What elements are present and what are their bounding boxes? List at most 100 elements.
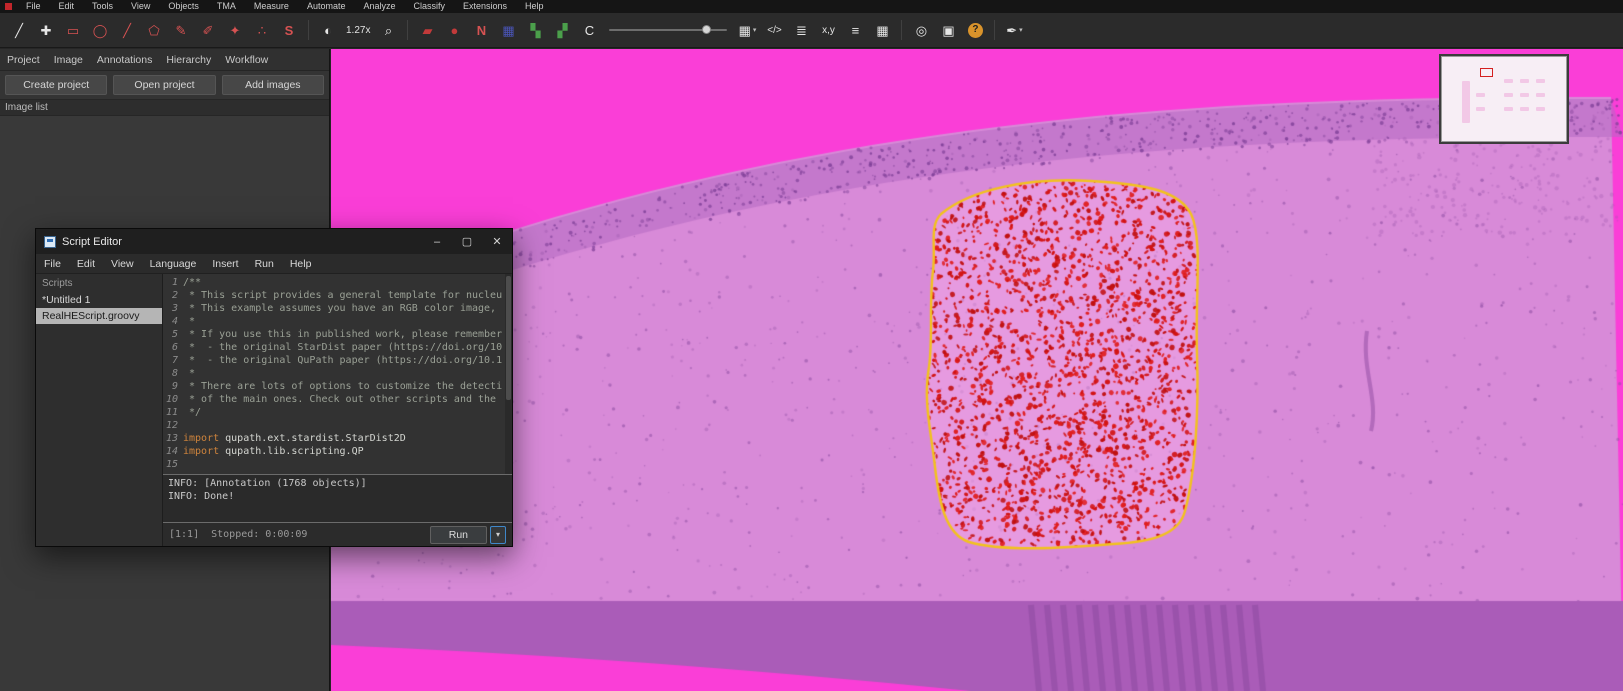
zoom-magnifier-icon[interactable]: ⌕ [375, 17, 401, 43]
fill-detections-icon[interactable]: ▞ [549, 17, 575, 43]
close-button[interactable]: ✕ [482, 229, 512, 254]
menu-measure[interactable]: Measure [245, 0, 298, 13]
menu-automate[interactable]: Automate [298, 0, 355, 13]
wand-tool-icon[interactable]: ✦ [222, 17, 248, 43]
code-line[interactable]: 9 * There are lots of options to customi… [163, 380, 512, 393]
script-editor-titlebar[interactable]: Script Editor – ▢ ✕ [36, 229, 512, 254]
menubar: File Edit Tools View Objects TMA Measure Automa… [0, 0, 1623, 13]
show-names-icon[interactable]: N [468, 17, 494, 43]
ellipse-tool-icon[interactable]: ◯ [87, 17, 113, 43]
code-line[interactable]: 13 import qupath.ext.stardist.StarDist2D [163, 432, 512, 445]
menu-tools[interactable]: Tools [83, 0, 122, 13]
brightness-contrast-icon[interactable]: ◐ [315, 17, 341, 43]
script-menu-insert[interactable]: Insert [204, 258, 246, 270]
create-project-button[interactable]: Create project [5, 75, 108, 95]
menu-classify[interactable]: Classify [405, 0, 455, 13]
measurement-table-icon[interactable]: ▦ [869, 17, 895, 43]
dropdown-caret-icon: ▾ [752, 27, 757, 34]
fill-annotations-icon[interactable]: ● [441, 17, 467, 43]
menu-objects[interactable]: Objects [159, 0, 208, 13]
code-line[interactable]: 15 [163, 458, 512, 471]
workflow-list-icon[interactable]: ≣ [788, 17, 814, 43]
show-annotations-icon[interactable]: ▰ [414, 17, 440, 43]
line-tool-icon[interactable]: ╱ [114, 17, 140, 43]
tab-project[interactable]: Project [0, 49, 47, 70]
tissue-thumbnail-mark [1476, 93, 1485, 97]
minimize-button[interactable]: – [422, 229, 452, 254]
line-number: 2 [171, 290, 178, 301]
overview-toggle-icon[interactable]: ▣ [935, 17, 961, 43]
slider-handle[interactable] [701, 25, 711, 34]
tab-image[interactable]: Image [47, 49, 90, 70]
pin-tool-icon[interactable]: ✒ ▾ [1001, 17, 1027, 43]
script-editor-statusbar: [1:1] Stopped: 0:00:09 Run ▾ [163, 523, 512, 546]
script-editor-icon[interactable]: </> [761, 17, 787, 43]
show-connections-icon[interactable]: C [576, 17, 602, 43]
code-editor[interactable]: 1/** 2 * This script provides a general t… [163, 274, 512, 474]
menu-help[interactable]: Help [516, 0, 553, 13]
points-tool-icon[interactable]: ∴ [249, 17, 275, 43]
code-line[interactable]: 14 import qupath.lib.scripting.QP [163, 445, 512, 458]
overview-map[interactable] [1441, 56, 1567, 142]
grid-overlay-icon[interactable]: ▦ ▾ [734, 17, 760, 43]
brush-tool-icon[interactable]: ✐ [195, 17, 221, 43]
location-icon[interactable]: x,y [815, 17, 841, 43]
point-counting-icon[interactable]: ◎ [908, 17, 934, 43]
measurement-list-icon[interactable]: ≡ [842, 17, 868, 43]
toolbar-separator [901, 20, 903, 40]
tab-annotations[interactable]: Annotations [90, 49, 159, 70]
script-list-item[interactable]: *Untitled 1 [36, 292, 162, 308]
code-line[interactable]: 11 */ [163, 406, 512, 419]
tma-grid-icon[interactable]: ▦ [495, 17, 521, 43]
script-menu-file[interactable]: File [36, 258, 69, 270]
script-menu-view[interactable]: View [103, 258, 142, 270]
code-line[interactable]: 1/** [163, 276, 512, 289]
code-line[interactable]: 7 * - the original QuPath paper (https:/… [163, 354, 512, 367]
code-line[interactable]: 8 * [163, 367, 512, 380]
script-menu-edit[interactable]: Edit [69, 258, 103, 270]
script-menu-help[interactable]: Help [282, 258, 320, 270]
tab-workflow[interactable]: Workflow [218, 49, 275, 70]
pen-tool-icon[interactable]: ╱ [6, 17, 32, 43]
add-images-button[interactable]: Add images [221, 75, 324, 95]
code-line[interactable]: 12 [163, 419, 512, 432]
polyline-tool-icon[interactable]: ✎ [168, 17, 194, 43]
code-scrollbar-thumb[interactable] [506, 276, 511, 400]
menu-view[interactable]: View [122, 0, 159, 13]
tab-hierarchy[interactable]: Hierarchy [159, 49, 218, 70]
menu-tma[interactable]: TMA [208, 0, 245, 13]
code-line[interactable]: 5 * If you use this in published work, p… [163, 328, 512, 341]
code-scrollbar[interactable] [505, 274, 512, 474]
selection-mode-icon[interactable]: S [276, 17, 302, 43]
code-line[interactable]: 6 * - the original StarDist paper (https… [163, 341, 512, 354]
run-button[interactable]: Run [429, 525, 487, 544]
opacity-slider[interactable] [609, 17, 728, 43]
open-project-button[interactable]: Open project [113, 75, 216, 95]
code-line[interactable]: 3 * This example assumes you have an RGB… [163, 302, 512, 315]
maximize-button[interactable]: ▢ [452, 229, 482, 254]
viewport-rect[interactable] [1480, 68, 1493, 77]
code-line[interactable]: 4 * [163, 315, 512, 328]
polygon-tool-icon[interactable]: ⬠ [141, 17, 167, 43]
run-options-button[interactable]: ▾ [490, 525, 506, 544]
help-icon[interactable]: ? [962, 17, 988, 43]
console-output: INFO: [Annotation (1768 objects)] INFO: D… [163, 474, 512, 523]
menu-file[interactable]: File [17, 0, 50, 13]
script-editor-title: Script Editor [62, 235, 122, 248]
tissue-thumbnail-mark [1462, 81, 1470, 123]
move-tool-icon[interactable]: ✚ [33, 17, 59, 43]
menu-analyze[interactable]: Analyze [354, 0, 404, 13]
script-list-item[interactable]: RealHEScript.groovy [36, 308, 162, 324]
script-menu-language[interactable]: Language [142, 258, 205, 270]
show-detections-icon[interactable]: ▚ [522, 17, 548, 43]
viewer[interactable] [331, 49, 1623, 691]
tissue-thumbnail-mark [1536, 107, 1545, 111]
code-line[interactable]: 2 * This script provides a general templ… [163, 289, 512, 302]
slide-canvas[interactable] [331, 49, 1623, 691]
rectangle-tool-icon[interactable]: ▭ [60, 17, 86, 43]
menu-extensions[interactable]: Extensions [454, 0, 516, 13]
script-menu-run[interactable]: Run [247, 258, 282, 270]
menu-edit[interactable]: Edit [50, 0, 84, 13]
code-line[interactable]: 10 * of the main ones. Check out other s… [163, 393, 512, 406]
line-number: 9 [171, 381, 178, 392]
